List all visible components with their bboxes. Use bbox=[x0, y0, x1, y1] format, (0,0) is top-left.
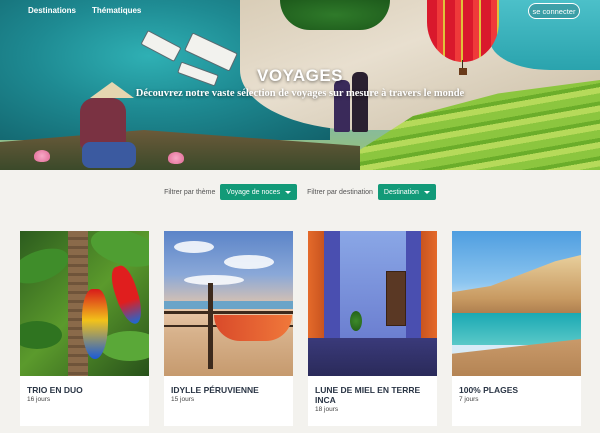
parrot bbox=[107, 263, 147, 327]
trip-card[interactable]: TRIO EN DUO 16 jours bbox=[20, 231, 149, 426]
trip-duration: 7 jours bbox=[459, 396, 479, 403]
trip-title: TRIO EN DUO bbox=[27, 385, 83, 395]
hammock bbox=[214, 315, 292, 341]
trip-photo-beach bbox=[452, 231, 581, 376]
filter-bar: Filtrer par thème Voyage de noces Filtre… bbox=[0, 184, 600, 200]
wooden-door bbox=[386, 271, 406, 326]
lotus-flower bbox=[34, 150, 50, 162]
caret-down-icon bbox=[423, 190, 430, 194]
trip-card[interactable]: LUNE DE MIEL EN TERRE INCA 18 jours bbox=[308, 231, 437, 426]
nav-thematiques[interactable]: Thématiques bbox=[92, 6, 141, 15]
hero-banner: Destinations Thématiques se connecter VO… bbox=[0, 0, 600, 170]
trip-title: IDYLLE PÉRUVIENNE bbox=[171, 385, 259, 395]
trip-duration: 18 jours bbox=[315, 406, 339, 413]
trip-grid: TRIO EN DUO 16 jours IDYLLE PÉRUVIENNE 1… bbox=[20, 231, 581, 433]
destination-dropdown-value: Destination bbox=[383, 188, 419, 196]
trip-photo-hammock bbox=[164, 231, 293, 376]
sandstone-cliff bbox=[452, 255, 581, 317]
trip-duration: 16 jours bbox=[27, 396, 51, 403]
login-button[interactable]: se connecter bbox=[528, 3, 580, 19]
page-subtitle: Découvrez notre vaste sélection de voyag… bbox=[135, 88, 465, 99]
potted-plant bbox=[350, 311, 362, 331]
trip-title: LUNE DE MIEL EN TERRE INCA bbox=[315, 385, 421, 405]
lotus-flower bbox=[168, 152, 184, 164]
nav-destinations[interactable]: Destinations bbox=[28, 6, 76, 15]
trip-title: 100% PLAGES bbox=[459, 385, 519, 395]
theme-dropdown[interactable]: Voyage de noces bbox=[220, 184, 298, 200]
trip-photo-blue-street bbox=[308, 231, 437, 376]
page-title: VOYAGES bbox=[256, 66, 344, 85]
trip-card[interactable]: IDYLLE PÉRUVIENNE 15 jours bbox=[164, 231, 293, 426]
theme-dropdown-value: Voyage de noces bbox=[226, 188, 281, 196]
destination-dropdown[interactable]: Destination bbox=[377, 184, 436, 200]
hero-hill bbox=[280, 0, 390, 30]
parrot bbox=[82, 289, 108, 359]
trip-photo-parrots bbox=[20, 231, 149, 376]
theme-filter-label: Filtrer par thème bbox=[164, 188, 216, 196]
trip-duration: 15 jours bbox=[171, 396, 195, 403]
caret-down-icon bbox=[285, 190, 292, 194]
top-nav: Destinations Thématiques bbox=[28, 6, 141, 15]
trip-card[interactable]: 100% PLAGES 7 jours bbox=[452, 231, 581, 426]
destination-filter-label: Filtrer par destination bbox=[307, 188, 373, 196]
